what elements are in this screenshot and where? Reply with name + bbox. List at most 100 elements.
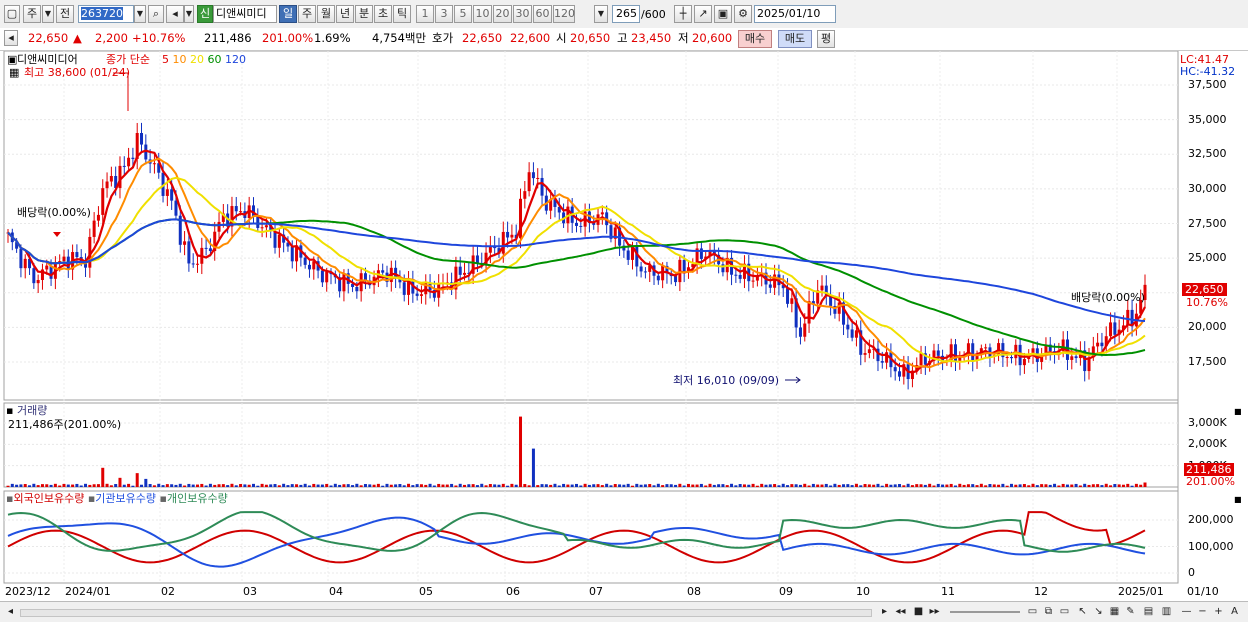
evaluate-button[interactable]: 평: [817, 30, 835, 48]
settings-gear-icon[interactable]: ⚙: [734, 5, 752, 23]
rewind-icon[interactable]: ◂◂: [894, 605, 907, 618]
plus-icon[interactable]: +: [1212, 605, 1225, 618]
list-icon[interactable]: ▥: [1160, 605, 1173, 618]
quote-collapse-icon[interactable]: ◂: [4, 30, 18, 46]
tab-2[interactable]: 월: [317, 5, 335, 23]
minute-button-3[interactable]: 3: [435, 5, 453, 23]
tab-4[interactable]: 분: [355, 5, 373, 23]
volume-bar: [811, 483, 815, 487]
candle-body: [320, 270, 324, 283]
tab-5[interactable]: 초: [374, 5, 392, 23]
stock-code-input[interactable]: 263720: [78, 5, 134, 23]
volume-bar: [954, 485, 957, 487]
volume-bar: [307, 485, 311, 487]
volume-bar: [553, 483, 557, 487]
hc-value: HC:-41.32: [1180, 65, 1236, 78]
search-icon[interactable]: ⌕: [148, 5, 164, 23]
volume-bar: [19, 484, 23, 487]
zoom-slider[interactable]: [950, 611, 1020, 613]
volume-bar: [355, 483, 359, 487]
font-size-icon[interactable]: A: [1228, 605, 1241, 618]
price-tick: 37,500: [1188, 78, 1227, 91]
holding-panel-close-icon[interactable]: ■: [1234, 493, 1242, 506]
sell-button[interactable]: 매도: [778, 30, 812, 48]
draw-icon[interactable]: ✎: [1124, 605, 1137, 618]
tab-0[interactable]: 일: [279, 5, 297, 23]
date-input[interactable]: 2025/01/10: [754, 5, 836, 23]
speaker-icon[interactable]: ◂: [166, 5, 184, 23]
calendar-icon[interactable]: ▦: [9, 66, 19, 79]
volume-panel-close-icon[interactable]: ■: [1234, 405, 1242, 418]
candle-body: [277, 234, 281, 248]
minute-button-30[interactable]: 30: [513, 5, 532, 23]
minute-button-20[interactable]: 20: [493, 5, 512, 23]
minute-button-5[interactable]: 5: [454, 5, 472, 23]
window-icon-2[interactable]: ▭: [1058, 605, 1071, 618]
x-tick: 2023/12: [5, 585, 51, 598]
candle-body: [62, 256, 66, 262]
layout-icon[interactable]: ▭: [1026, 605, 1039, 618]
ma-legend: 5 10 20 60 120: [162, 53, 246, 66]
stop-icon[interactable]: ■: [912, 605, 925, 618]
volume-value: 211,486주(201.00%): [8, 418, 122, 431]
minus-icon[interactable]: −: [1196, 605, 1209, 618]
candle-body: [1070, 356, 1074, 360]
fast-forward-icon[interactable]: ▸▸: [928, 605, 941, 618]
volume-bar: [411, 485, 415, 487]
tab-1[interactable]: 주: [298, 5, 316, 23]
volume-bar: [872, 484, 876, 487]
draw-tool-icon[interactable]: ↗: [694, 5, 712, 23]
window-icon[interactable]: ▢: [4, 5, 20, 23]
speaker-dropdown-icon[interactable]: ▼: [184, 5, 194, 23]
count-input[interactable]: 265: [612, 5, 640, 23]
holding-tick: 100,000: [1188, 539, 1234, 553]
bottom-bar: ◂ ▸ ◂◂ ■ ▸▸ ▭ ⧉ ▭ ↖ ↘ ▦ ✎ ▤ ▥ — − + A: [0, 601, 1248, 622]
tab-3[interactable]: 년: [336, 5, 354, 23]
prev-button[interactable]: 전: [56, 5, 74, 23]
candle-body: [290, 246, 294, 262]
period-button[interactable]: 주: [23, 5, 41, 23]
volume-bar: [467, 484, 471, 487]
minute-button-10[interactable]: 10: [473, 5, 492, 23]
scroll-right-icon[interactable]: ▸: [878, 605, 891, 618]
volume-bar: [648, 484, 652, 487]
volume-bar: [966, 484, 970, 487]
table-icon[interactable]: ▤: [1142, 605, 1155, 618]
candle-type-icon[interactable]: ┼: [674, 5, 692, 23]
volume-bar: [1001, 483, 1005, 487]
chart-area[interactable]: ▣ 디앤씨미디어 종가 단순 5 10 20 60 120 ▦ 최고 38,60…: [0, 51, 1248, 601]
candle-body: [682, 259, 686, 272]
ex-dividend-right: 배당락(0.00%): [1071, 291, 1145, 304]
volume-bar: [807, 485, 811, 487]
tab-6[interactable]: 틱: [393, 5, 411, 23]
code-dropdown-icon[interactable]: ▼: [134, 5, 146, 23]
copy-icon[interactable]: ⧉: [1042, 605, 1055, 618]
minute-button-120[interactable]: 120: [553, 5, 575, 23]
zoom-out-icon[interactable]: —: [1180, 605, 1193, 618]
buy-button[interactable]: 매수: [738, 30, 772, 48]
volume-bar: [415, 484, 419, 487]
candle-body: [575, 222, 578, 226]
grid-icon[interactable]: ▦: [1108, 605, 1121, 618]
volume-bar: [721, 484, 725, 487]
line-tool-icon[interactable]: ↘: [1092, 605, 1105, 618]
arrow-tool-icon[interactable]: ↖: [1076, 605, 1089, 618]
minute-button-1[interactable]: 1: [416, 5, 434, 23]
save-icon[interactable]: ▣: [714, 5, 732, 23]
horizontal-scrollbar[interactable]: [20, 609, 872, 617]
scroll-left-icon[interactable]: ◂: [4, 605, 17, 618]
candle-body: [75, 252, 79, 258]
volume-bar: [445, 484, 449, 487]
candle-body: [174, 200, 178, 216]
period-dropdown-icon[interactable]: ▼: [42, 5, 54, 23]
volume-bar: [596, 484, 600, 487]
candle-body: [325, 271, 329, 283]
ma-legend-20: 20: [190, 53, 208, 66]
volume-bar: [639, 484, 643, 487]
price-change: 2,200: [95, 31, 128, 45]
minute-button-60[interactable]: 60: [533, 5, 552, 23]
volume-bar: [850, 485, 854, 487]
volume-bar: [760, 483, 764, 487]
minute-dropdown-icon[interactable]: ▼: [594, 5, 608, 23]
x-tick: 2025/01: [1118, 585, 1164, 598]
